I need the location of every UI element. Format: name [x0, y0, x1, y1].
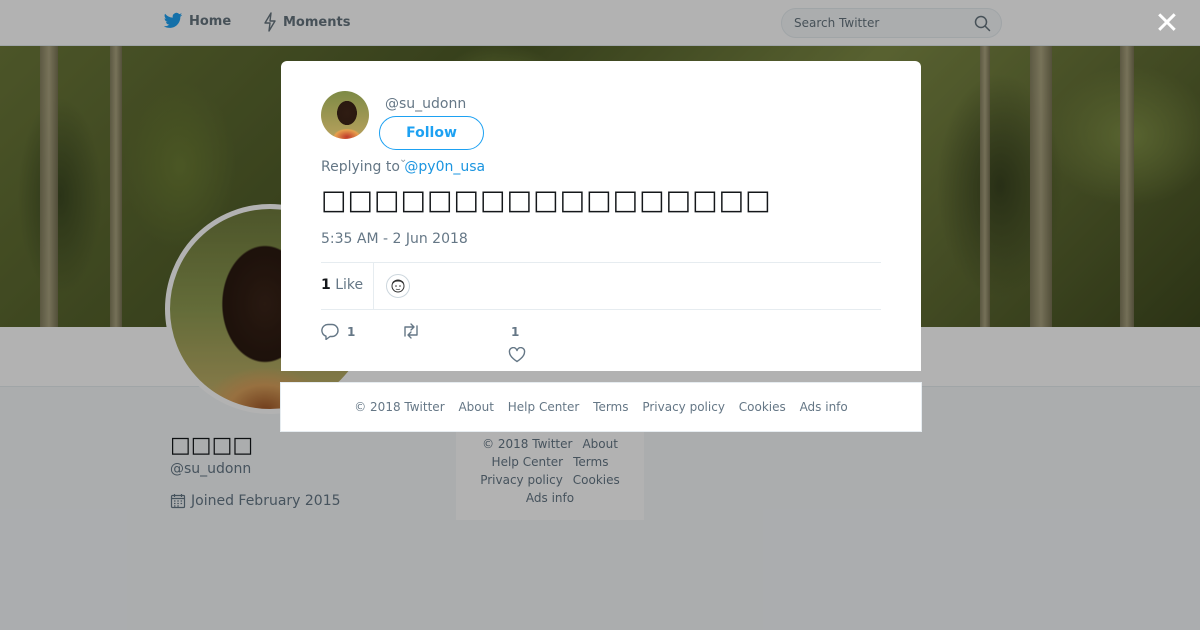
like-stat[interactable]: 1 Like: [321, 277, 363, 293]
close-icon[interactable]: ✕: [1154, 9, 1180, 39]
modal-footer-privacy[interactable]: Privacy policy: [642, 400, 725, 414]
follow-button[interactable]: Follow: [379, 116, 484, 150]
like-button[interactable]: [508, 347, 526, 363]
modal-footer-about[interactable]: About: [458, 400, 493, 414]
tweet-author-avatar[interactable]: [321, 91, 369, 139]
tweet-author-handle[interactable]: @su_udonn: [385, 96, 466, 112]
retweet-icon: [404, 323, 418, 339]
reply-button[interactable]: 1: [321, 323, 355, 340]
tweet-modal: @su_udonn Follow ⌄ Replying to @py0n_usa…: [281, 61, 921, 371]
modal-footer-copyright: © 2018 Twitter: [354, 400, 445, 414]
like-stat-label: Like: [335, 277, 364, 293]
tweet-text: □□□□□□□□□□□□□□□□□: [321, 185, 772, 216]
modal-footer-cookies[interactable]: Cookies: [739, 400, 786, 414]
replying-to-link[interactable]: @py0n_usa: [404, 159, 485, 175]
modal-footer-help[interactable]: Help Center: [508, 400, 580, 414]
liker-avatar[interactable]: [386, 274, 410, 298]
heart-icon: [508, 347, 526, 363]
modal-footer: © 2018 Twitter About Help Center Terms P…: [280, 382, 922, 432]
stats-divider: [373, 263, 374, 310]
tweet-stats: 1 Like: [321, 262, 881, 310]
modal-footer-ads[interactable]: Ads info: [800, 400, 848, 414]
tweet-timestamp[interactable]: 5:35 AM - 2 Jun 2018: [321, 231, 468, 247]
reply-count: 1: [347, 324, 356, 339]
tweet-actions: 1 1: [321, 319, 881, 369]
modal-footer-terms[interactable]: Terms: [593, 400, 628, 414]
replying-to: Replying to @py0n_usa: [321, 159, 485, 175]
reply-icon: [321, 323, 339, 340]
replying-prefix: Replying to: [321, 159, 400, 175]
liker-face-icon: [391, 279, 405, 293]
like-count: 1: [511, 325, 520, 339]
retweet-button[interactable]: [401, 323, 429, 339]
like-stat-count: 1: [321, 277, 331, 293]
